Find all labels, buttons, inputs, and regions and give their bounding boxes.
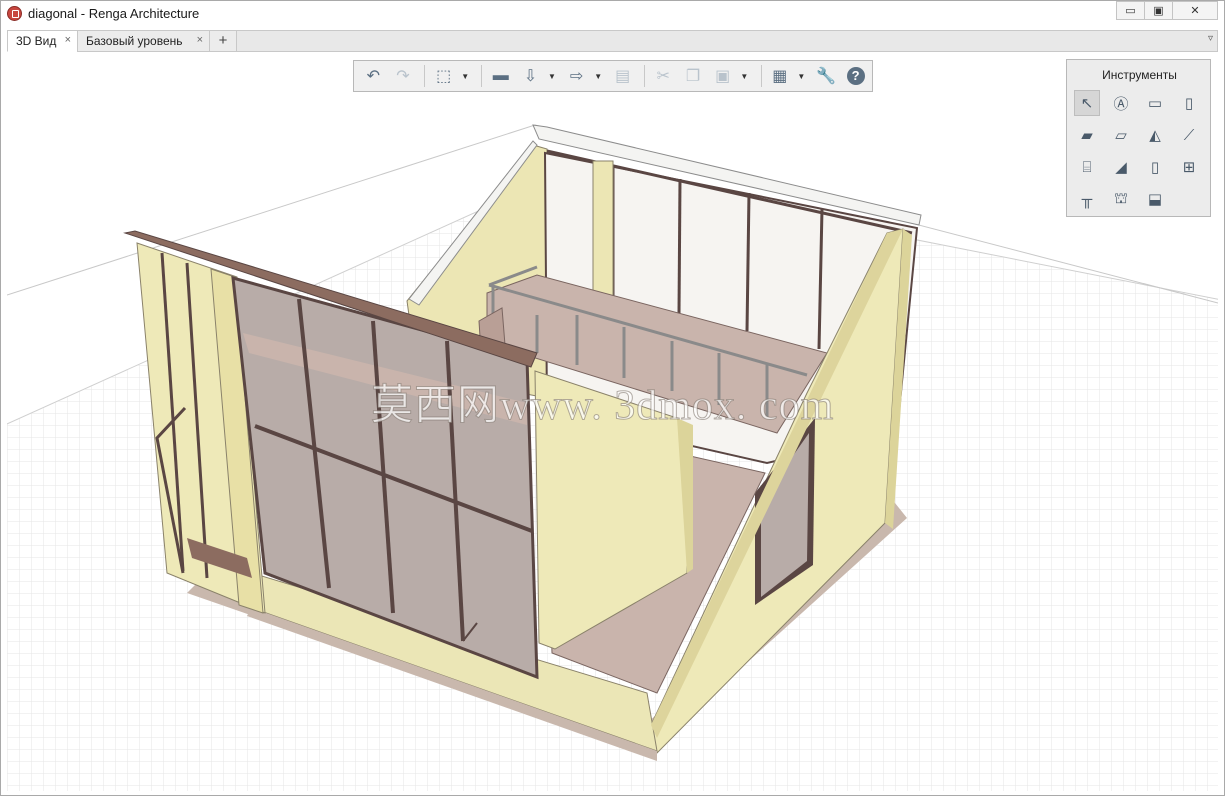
tools-panel: Инструменты ↖ Ⓐ ▭ ▯ ▰ ▱ ◭ ⟋ ⌸ ◢ ▯ ⊞ ╥ ⛫ … [1066,59,1211,217]
3d-view-dropdown[interactable]: ▼ [460,64,470,88]
column-icon: ▯ [1184,95,1194,112]
3d-view-button[interactable]: ⬚ [430,64,457,88]
app-window: diagonal - Renga Architecture ▭ ▣ ✕ 3D В… [0,0,1225,796]
tab-3d-view-label: 3D Вид [16,34,57,48]
export-icon: ⇨ [569,68,584,85]
folder-icon: ▬ [492,67,509,84]
clipboard-icon: ▣ [715,68,731,85]
import-button[interactable]: ⇩ [517,64,544,88]
door-tool-button[interactable]: ▯ [1142,154,1168,180]
column-tool-button[interactable]: ▯ [1176,90,1202,116]
floor-icon: ▰ [1081,127,1093,144]
slab-tool-button[interactable]: ▱ [1108,122,1134,148]
ramp-icon: ◢ [1115,159,1127,176]
door-icon: ▯ [1150,159,1160,176]
import-icon: ⇩ [523,68,538,85]
settings-button[interactable]: 🔧 [813,64,840,88]
stair-tool-button[interactable]: ⌸ [1074,154,1100,180]
copy-icon: ❐ [685,68,701,85]
view-settings-icon: ▦ [772,68,788,85]
redo-button[interactable]: ↷ [390,64,417,88]
railing-tool-button[interactable]: ╥ [1074,186,1100,212]
add-tab-button[interactable]: + [209,30,237,52]
window-controls: ▭ ▣ ✕ [1116,1,1218,20]
export-button[interactable]: ⇨ [563,64,590,88]
roof-tool-button[interactable]: ◭ [1142,122,1168,148]
slab-icon: ▱ [1115,127,1127,144]
floor-tool-button[interactable]: ▰ [1074,122,1100,148]
toolbar-separator [481,65,483,87]
window-tool-button[interactable]: ⊞ [1176,154,1202,180]
export-dropdown[interactable]: ▼ [593,64,603,88]
stair-icon: ⌸ [1082,158,1092,176]
maximize-button[interactable]: ▣ [1144,1,1173,20]
cube-icon: ⬚ [436,68,452,85]
equipment-tool-button[interactable]: ⛫ [1108,186,1134,212]
roof-icon: ◭ [1149,127,1161,144]
select-icon: ↖ [1080,95,1094,112]
railing-icon: ╥ [1081,190,1093,208]
paste-dropdown[interactable]: ▼ [739,64,749,88]
import-dropdown[interactable]: ▼ [547,64,557,88]
tools-panel-title: Инструменты [1102,68,1177,82]
wall-tool-button[interactable]: ▭ [1142,90,1168,116]
wall-icon: ▭ [1147,95,1163,112]
tab-base-level-label: Базовый уровень [86,34,183,48]
tab-3d-view[interactable]: 3D Вид × [7,30,78,52]
opening-icon: ⬓ [1147,191,1163,208]
beam-tool-button[interactable]: ⟋ [1176,122,1202,148]
minimize-button[interactable]: ▭ [1116,1,1145,20]
select-tool-button[interactable]: ↖ [1074,90,1100,116]
beam-icon: ⟋ [1183,126,1195,144]
quick-access-toolbar: ↶ ↷ ⬚ ▼ ▬ ⇩ ▼ ⇨ ▼ ▤ ✂ ❐ ▣ ▼ ▦ ▼ 🔧 ? [353,60,873,92]
window-icon: ⊞ [1182,159,1196,176]
toolbar-separator [644,65,646,87]
help-button[interactable]: ? [842,64,869,88]
open-button[interactable]: ▬ [487,64,514,88]
tab-3d-view-close-icon[interactable]: × [65,34,71,46]
ramp-tool-button[interactable]: ◢ [1108,154,1134,180]
annotation-tool-button[interactable]: Ⓐ [1108,90,1134,116]
annotation-icon: Ⓐ [1113,95,1129,113]
print-button[interactable]: ▤ [609,64,636,88]
title-bar: diagonal - Renga Architecture ▭ ▣ ✕ [1,1,1224,27]
3d-viewport[interactable]: 莫西网www. 3dmox. com ↶ ↷ ⬚ ▼ ▬ ⇩ ▼ ⇨ ▼ ▤ ✂… [7,53,1218,791]
paste-button[interactable]: ▣ [709,64,736,88]
renga-logo-icon [7,6,22,21]
copy-button[interactable]: ❐ [680,64,707,88]
scissors-icon: ✂ [656,68,671,85]
view-settings-dropdown[interactable]: ▼ [796,64,806,88]
toolbar-separator [424,65,426,87]
cut-button[interactable]: ✂ [650,64,677,88]
window-title: diagonal - Renga Architecture [28,6,200,21]
undo-button[interactable]: ↶ [360,64,387,88]
undo-icon: ↶ [366,68,381,85]
close-window-button[interactable]: ✕ [1172,1,1218,20]
equipment-icon: ⛫ [1114,189,1128,207]
tab-list-chevron-icon[interactable]: ▿ [1208,33,1213,44]
back-column [592,160,614,297]
toolbar-separator [760,65,762,87]
watermark-text: 莫西网www. 3dmox. com [370,383,835,430]
redo-icon: ↷ [396,68,410,85]
opening-tool-button[interactable]: ⬓ [1142,186,1168,212]
tab-base-level-close-icon[interactable]: × [197,34,203,46]
wrench-icon: 🔧 [816,68,836,85]
tab-base-level[interactable]: Базовый уровень × [77,30,210,52]
view-settings-button[interactable]: ▦ [766,64,793,88]
document-tab-bar: 3D Вид × Базовый уровень × + ▿ [7,30,1218,52]
help-icon: ? [846,67,865,85]
printer-icon: ▤ [615,68,631,85]
